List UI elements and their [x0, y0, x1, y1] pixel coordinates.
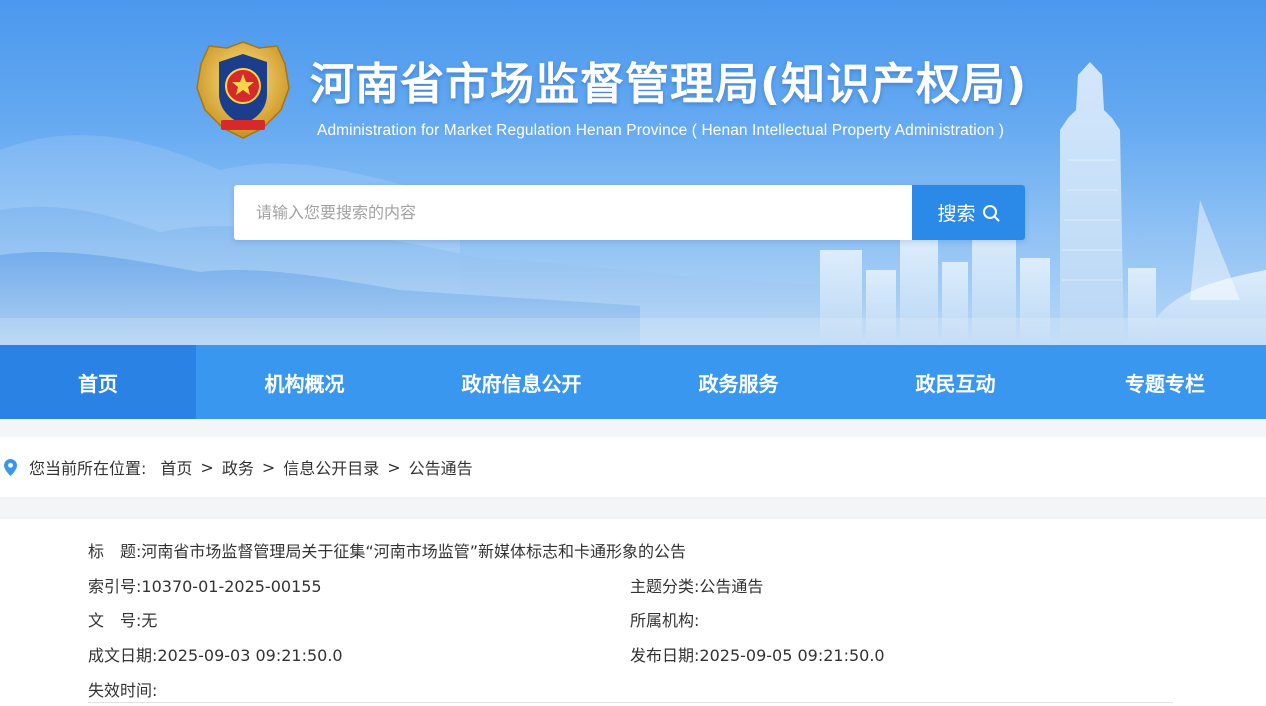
nav-item-gov-info[interactable]: 政府信息公开 — [413, 345, 630, 419]
meta-org: 所属机构: — [630, 607, 699, 631]
meta-category-label: 主题分类: — [630, 577, 700, 596]
meta-category-value: 公告通告 — [699, 577, 764, 596]
main-nav: 首页 机构概况 政府信息公开 政务服务 政民互动 专题专栏 — [0, 345, 1266, 419]
nav-item-topics[interactable]: 专题专栏 — [1064, 345, 1266, 419]
meta-title-label: 标 题: — [88, 542, 142, 561]
meta-docno-value: 无 — [141, 611, 158, 630]
search-input[interactable] — [234, 185, 912, 240]
breadcrumb-separator: > — [261, 457, 276, 477]
spacer — [0, 497, 1266, 519]
breadcrumb-separator: > — [200, 457, 214, 477]
meta-expiry: 失效时间: — [88, 677, 157, 701]
meta-created-label: 成文日期: — [88, 646, 158, 665]
meta-created-value: 2025-09-03 09:21:50.0 — [157, 646, 343, 665]
document-meta: 标 题:河南省市场监督管理局关于征集“河南市场监管”新媒体标志和卡通形象的公告 … — [0, 519, 1266, 706]
meta-expiry-label: 失效时间: — [88, 681, 158, 700]
nav-item-interaction[interactable]: 政民互动 — [847, 345, 1064, 419]
meta-index-value: 10370-01-2025-00155 — [141, 577, 322, 596]
meta-title-value: 河南省市场监督管理局关于征集“河南市场监管”新媒体标志和卡通形象的公告 — [141, 542, 686, 561]
breadcrumb-separator: > — [387, 457, 401, 477]
header-banner: 河南省市场监督管理局(知识产权局) Administration for Mar… — [0, 0, 1266, 345]
meta-index-label: 索引号: — [88, 577, 142, 596]
meta-published-label: 发布日期: — [630, 646, 700, 665]
nav-item-organization[interactable]: 机构概况 — [196, 345, 413, 419]
meta-published: 发布日期:2025-09-05 09:21:50.0 — [630, 642, 885, 666]
breadcrumb-prefix: 您当前所在位置: — [29, 459, 147, 478]
search-button-label: 搜索 — [937, 203, 976, 225]
nav-item-home[interactable]: 首页 — [0, 345, 196, 419]
breadcrumb-affairs[interactable]: 政务 — [222, 455, 254, 479]
site-subtitle: Administration for Market Regulation Hen… — [317, 122, 1004, 139]
meta-title: 标 题:河南省市场监督管理局关于征集“河南市场监管”新媒体标志和卡通形象的公告 — [88, 538, 686, 562]
meta-published-value: 2025-09-05 09:21:50.0 — [699, 646, 885, 665]
search-icon — [982, 204, 999, 221]
site-title: 河南省市场监督管理局(知识产权局) — [310, 59, 1028, 110]
meta-org-label: 所属机构: — [630, 611, 700, 630]
breadcrumb-notices[interactable]: 公告通告 — [409, 455, 473, 479]
meta-docno-label: 文 号: — [88, 611, 142, 630]
search-button[interactable]: 搜索 — [912, 185, 1025, 240]
nav-item-services[interactable]: 政务服务 — [630, 345, 847, 419]
meta-index: 索引号:10370-01-2025-00155 — [88, 573, 322, 597]
meta-category: 主题分类:公告通告 — [630, 573, 763, 597]
location-pin-icon — [4, 458, 17, 476]
meta-docno: 文 号:无 — [88, 607, 157, 631]
meta-created: 成文日期:2025-09-03 09:21:50.0 — [88, 642, 343, 666]
meta-divider — [88, 702, 1173, 703]
police-emblem-icon — [196, 41, 290, 139]
breadcrumb-info-catalog[interactable]: 信息公开目录 — [283, 455, 379, 479]
breadcrumb-home[interactable]: 首页 — [160, 455, 192, 479]
breadcrumb: 您当前所在位置: 首页 > 政务 > 信息公开目录 > 公告通告 — [0, 437, 1266, 497]
search-box: 搜索 — [234, 185, 1025, 240]
spacer — [0, 419, 1266, 437]
